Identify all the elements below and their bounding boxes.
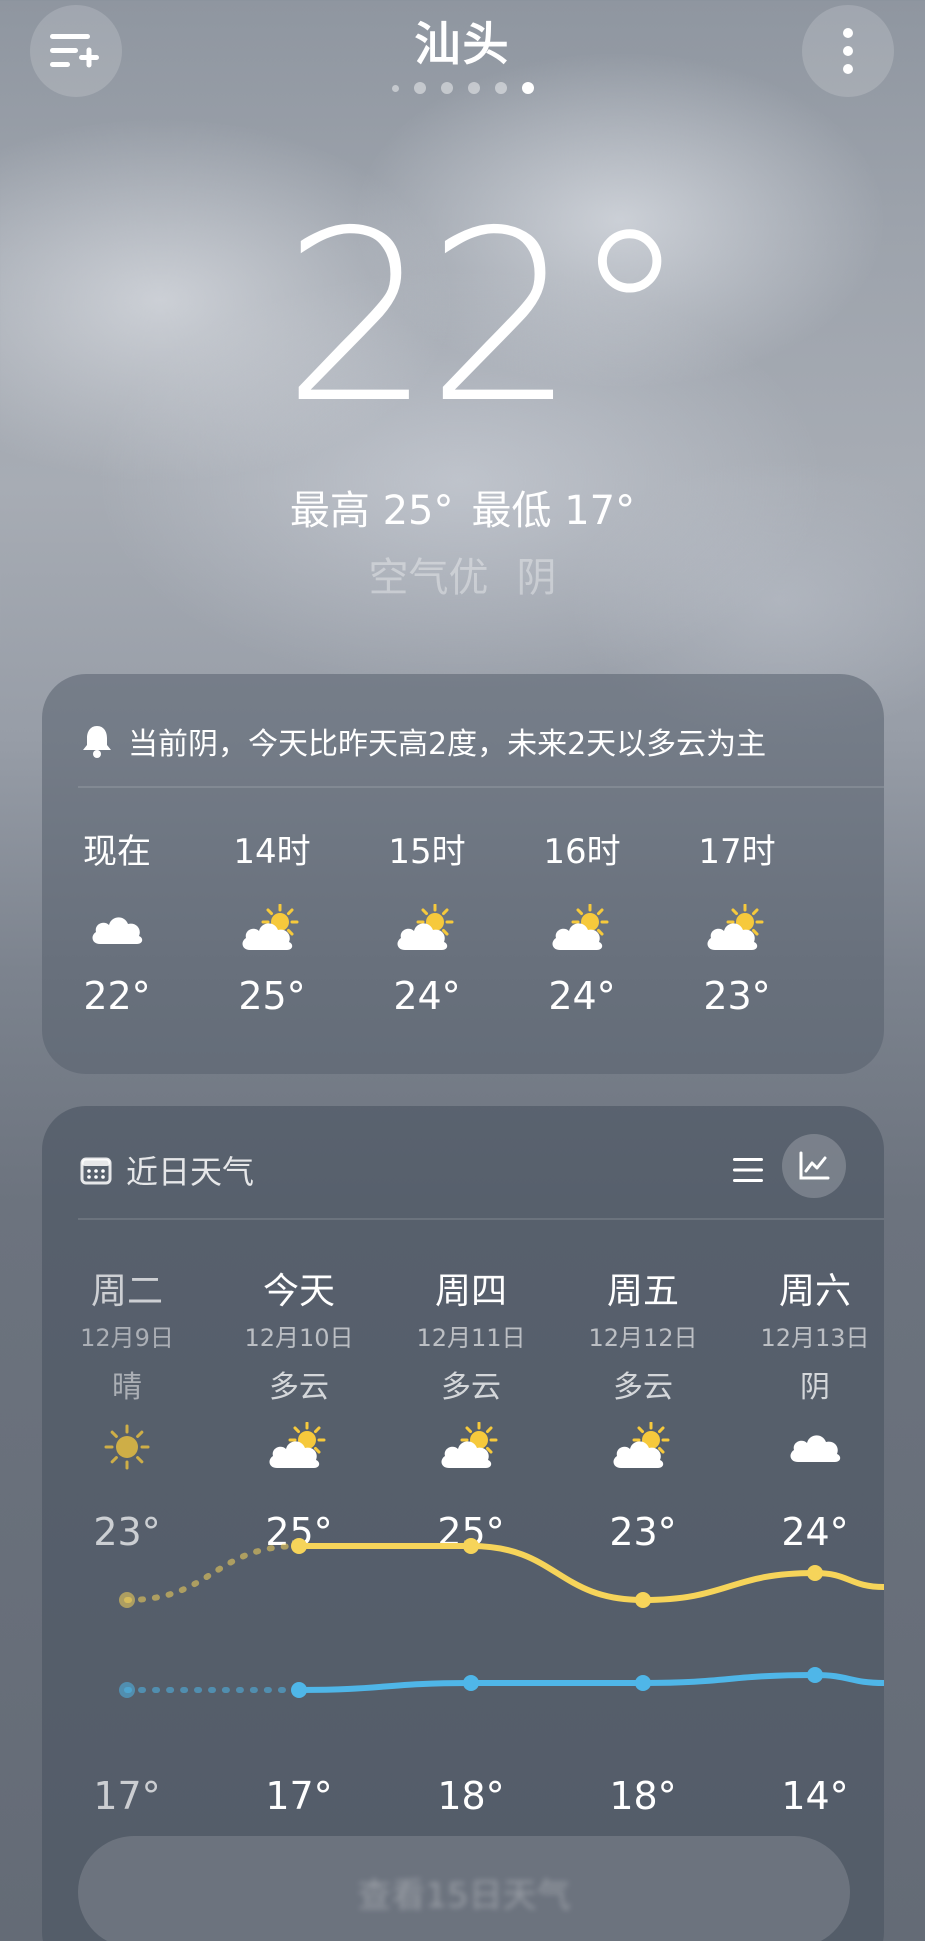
today-high: 最高 25° [289,488,454,534]
day-of-week: 周四 [434,1271,507,1312]
more-options-button[interactable] [802,5,894,97]
daily-title: 近日天气 [126,1153,255,1191]
air-quality-row[interactable]: 空气优 阴 [0,545,925,603]
today-low: 最低 17° [471,488,636,534]
page-dot [494,82,507,94]
day-low-temp: 17° [265,1774,333,1818]
more-vertical-icon [843,28,853,74]
bell-icon [83,726,111,758]
day-date: 12月9日 [80,1324,174,1352]
partly-cloudy-icon [613,1421,670,1468]
page-indicator [0,82,925,94]
hourly-temp: 25° [238,974,306,1018]
day-condition: 多云 [441,1370,501,1405]
hourly-temp: 23° [703,974,771,1018]
page-dot-active [521,82,534,94]
current-condition: 阴 [516,555,557,601]
alert-text: 当前阴，今天比昨天高2度，未来2天以多云为主 [128,727,767,762]
page-dot [467,82,480,94]
day-high-temp: 23° [609,1510,677,1554]
cloud-icon [790,1435,841,1462]
divider [78,1218,884,1220]
hourly-time: 14时 [233,832,311,872]
partly-cloudy-icon [397,903,454,950]
day-date: 12月11日 [416,1324,526,1352]
day-date: 12月13日 [760,1324,870,1352]
hourly-time: 15时 [388,832,466,872]
page-dot [391,84,399,92]
hourly-time: 现在 [83,832,151,872]
top-bar: 汕头 [0,0,925,110]
day-high-temp: 24° [781,1510,849,1554]
day-of-week: 周二 [90,1271,163,1312]
partly-cloudy-icon [242,903,299,950]
high-low: 最高 25° 最低 17° [0,478,925,536]
hourly-temp: 24° [393,974,461,1018]
weather-alert[interactable]: 当前阴，今天比昨天高2度，未来2天以多云为主 [80,716,766,766]
day-of-week: 周五 [606,1271,679,1312]
current-temperature: 22° [282,180,688,455]
partly-cloudy-icon [707,903,764,950]
hourly-temp: 24° [548,974,616,1018]
cloud-icon [92,917,143,944]
day-date: 12月10日 [244,1324,354,1352]
day-of-week: 今天 [262,1271,335,1312]
day-high-temp: 23° [93,1510,161,1554]
partly-cloudy-icon [441,1421,498,1468]
hourly-temp: 22° [83,974,151,1018]
day-condition: 多云 [613,1370,673,1405]
day-high-temp: 25° [265,1510,333,1554]
city-name: 汕头 [414,17,511,71]
sun-icon [104,1424,150,1470]
list-view-button[interactable] [718,1140,778,1200]
day-high-temp: 25° [437,1510,505,1554]
day-low-temp: 18° [609,1774,677,1818]
fifteen-day-button[interactable]: 查看15日天气 [78,1836,850,1941]
day-low-temp: 17° [93,1774,161,1818]
day-date: 12月12日 [588,1324,698,1352]
daily-header: 近日天气 [80,1142,254,1198]
partly-cloudy-icon [552,903,609,950]
divider [78,786,884,788]
list-icon [733,1158,763,1182]
day-condition: 晴 [112,1370,142,1405]
day-condition: 阴 [800,1370,830,1405]
day-condition: 多云 [269,1370,329,1405]
day-low-temp: 14° [781,1774,849,1818]
day-of-week: 周六 [778,1271,851,1312]
hourly-time: 17时 [698,832,776,872]
chart-view-button[interactable] [782,1134,846,1198]
line-chart-icon [799,1151,830,1180]
day-low-temp: 18° [437,1774,505,1818]
fifteen-day-label: 查看15日天气 [357,1875,571,1916]
calendar-icon [80,1157,112,1185]
partly-cloudy-icon [269,1421,326,1468]
hourly-time: 16时 [543,832,621,872]
page-dot [413,82,426,94]
air-quality: 空气优 [368,555,489,601]
page-dot [440,82,453,94]
